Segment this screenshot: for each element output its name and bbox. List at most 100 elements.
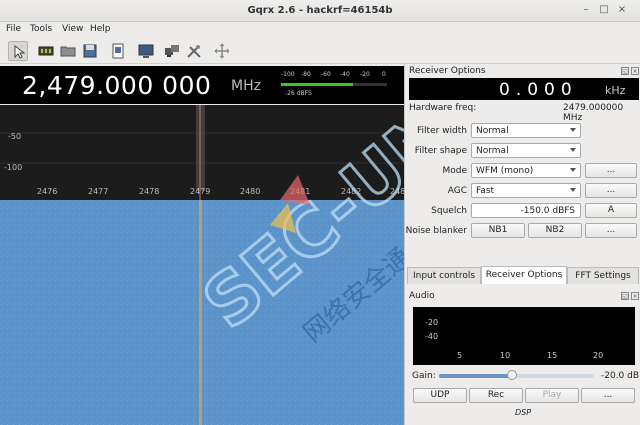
spectrum-x-tick: 2480 <box>240 187 261 196</box>
save-icon[interactable] <box>80 41 100 61</box>
frequency-display[interactable]: 2,479.000 000 MHz -100 -80 -60 -40 -20 0… <box>0 66 404 104</box>
gain-label: Gain: <box>412 371 436 381</box>
screen-icon[interactable] <box>136 41 156 61</box>
smeter-tick: -20 <box>360 71 370 78</box>
pointer-icon[interactable] <box>8 41 28 61</box>
waterfall-canvas <box>0 200 404 425</box>
audio-x-tick: 5 <box>457 351 463 360</box>
minimize-icon[interactable]: – <box>580 4 592 16</box>
agc-select[interactable]: Fast <box>471 183 581 198</box>
offset-display[interactable]: 0.000 kHz <box>409 78 639 100</box>
frequency-value[interactable]: 2,479.000 000 <box>22 71 211 100</box>
offset-unit: kHz <box>605 84 626 97</box>
window-title: Gqrx 2.6 - hackrf=46154b <box>247 5 393 16</box>
waterfall-display[interactable] <box>0 200 404 425</box>
chevron-down-icon <box>570 188 576 192</box>
network-icon[interactable] <box>162 41 182 61</box>
filter-width-label: Filter width <box>417 126 467 136</box>
maximize-icon[interactable]: □ <box>598 4 610 16</box>
undock-icon[interactable]: ◱ <box>621 67 629 75</box>
noise-blanker-label: Noise blanker <box>405 226 467 236</box>
filter-shape-select[interactable]: Normal <box>471 143 581 158</box>
offset-value[interactable]: 0.000 <box>499 80 578 100</box>
menu-file[interactable]: File <box>6 24 21 34</box>
smeter-tick: -40 <box>340 71 350 78</box>
menu-tools[interactable]: Tools <box>30 24 52 34</box>
mode-options-button[interactable]: ... <box>585 163 637 178</box>
gain-slider-handle[interactable] <box>506 370 517 380</box>
audio-x-tick: 15 <box>547 351 558 360</box>
hardware-freq-label: Hardware freq: <box>409 103 477 113</box>
audio-x-tick: 20 <box>593 351 604 360</box>
noise-blanker-options-button[interactable]: ... <box>585 223 637 238</box>
panel-title: Receiver Options <box>409 66 486 76</box>
open-folder-icon[interactable] <box>58 41 78 61</box>
dsp-label: DSP <box>515 408 532 417</box>
filter-shape-value: Normal <box>476 146 509 156</box>
play-button[interactable]: Play <box>525 388 579 403</box>
smeter-tick: -100 <box>281 71 295 78</box>
title-bar: Gqrx 2.6 - hackrf=46154b – □ × <box>0 0 640 22</box>
chevron-down-icon <box>570 128 576 132</box>
menu-bar: File Tools View Help <box>0 22 640 38</box>
udp-button[interactable]: UDP <box>413 388 467 403</box>
record-button[interactable]: Rec <box>469 388 523 403</box>
menu-help[interactable]: Help <box>90 24 111 34</box>
close-icon[interactable]: × <box>631 67 639 75</box>
hardware-freq-value: 2479.000000 MHz <box>563 103 624 123</box>
spectrum-x-tick: 2482 <box>341 187 362 196</box>
signal-meter-readout: -26 dBFS <box>285 90 312 97</box>
mode-label: Mode <box>442 166 467 176</box>
tab-input-controls[interactable]: Input controls <box>407 267 481 284</box>
gain-slider[interactable] <box>439 370 594 380</box>
spectrum-y-tick: -100 <box>4 163 23 172</box>
smeter-tick: -60 <box>321 71 331 78</box>
spectrum-x-tick: 2478 <box>139 187 160 196</box>
filter-shape-label: Filter shape <box>414 146 467 156</box>
menu-view[interactable]: View <box>62 24 83 34</box>
agc-label: AGC <box>447 186 467 196</box>
tools-icon[interactable] <box>184 41 204 61</box>
mode-select[interactable]: WFM (mono) <box>471 163 581 178</box>
document-icon[interactable] <box>108 41 128 61</box>
close-icon[interactable]: × <box>631 292 639 300</box>
filter-width-select[interactable]: Normal <box>471 123 581 138</box>
audio-spectrum: -20 -40 5 10 15 20 <box>413 307 635 365</box>
spectrum-canvas <box>0 105 404 200</box>
spectrum-x-tick: 2481 <box>290 187 311 196</box>
frequency-unit: MHz <box>231 78 261 94</box>
signal-trace <box>199 200 202 425</box>
smeter-tick: -80 <box>301 71 311 78</box>
spectrum-y-tick: -50 <box>8 132 22 141</box>
signal-meter <box>281 83 387 86</box>
chevron-down-icon <box>570 168 576 172</box>
squelch-auto-button[interactable]: A <box>585 203 637 218</box>
tab-receiver-options[interactable]: Receiver Options <box>481 266 567 284</box>
hardware-icon[interactable] <box>36 41 56 61</box>
nb2-button[interactable]: NB2 <box>528 223 582 238</box>
spectrum-plot[interactable]: -50 -100 2476 2477 2478 2479 2480 2481 2… <box>0 105 404 200</box>
undock-icon[interactable]: ◱ <box>621 292 629 300</box>
gain-slider-fill <box>439 374 512 378</box>
audio-x-tick: 10 <box>500 351 511 360</box>
agc-value: Fast <box>476 186 495 196</box>
move-icon[interactable] <box>212 41 232 61</box>
nb1-button[interactable]: NB1 <box>471 223 525 238</box>
tab-fft-settings[interactable]: FFT Settings <box>567 267 639 284</box>
receiver-options-panel: Receiver Options ◱ × 0.000 kHz Hardware … <box>404 64 640 425</box>
spectrum-x-tick: 2479 <box>190 187 211 196</box>
mode-value: WFM (mono) <box>476 166 534 176</box>
agc-options-button[interactable]: ... <box>585 183 637 198</box>
smeter-tick: 0 <box>382 71 386 78</box>
spectrum-x-tick: 248 <box>390 187 404 196</box>
audio-y-tick: -40 <box>425 332 439 341</box>
filter-width-value: Normal <box>476 126 509 136</box>
gain-value: -20.0 dB <box>601 371 640 381</box>
squelch-label: Squelch <box>431 206 467 216</box>
chevron-down-icon <box>570 148 576 152</box>
audio-y-tick: -20 <box>425 318 439 327</box>
close-icon[interactable]: × <box>616 4 628 16</box>
audio-options-button[interactable]: ... <box>581 388 635 403</box>
squelch-input[interactable]: -150.0 dBFS <box>471 203 581 218</box>
toolbar <box>0 38 640 64</box>
